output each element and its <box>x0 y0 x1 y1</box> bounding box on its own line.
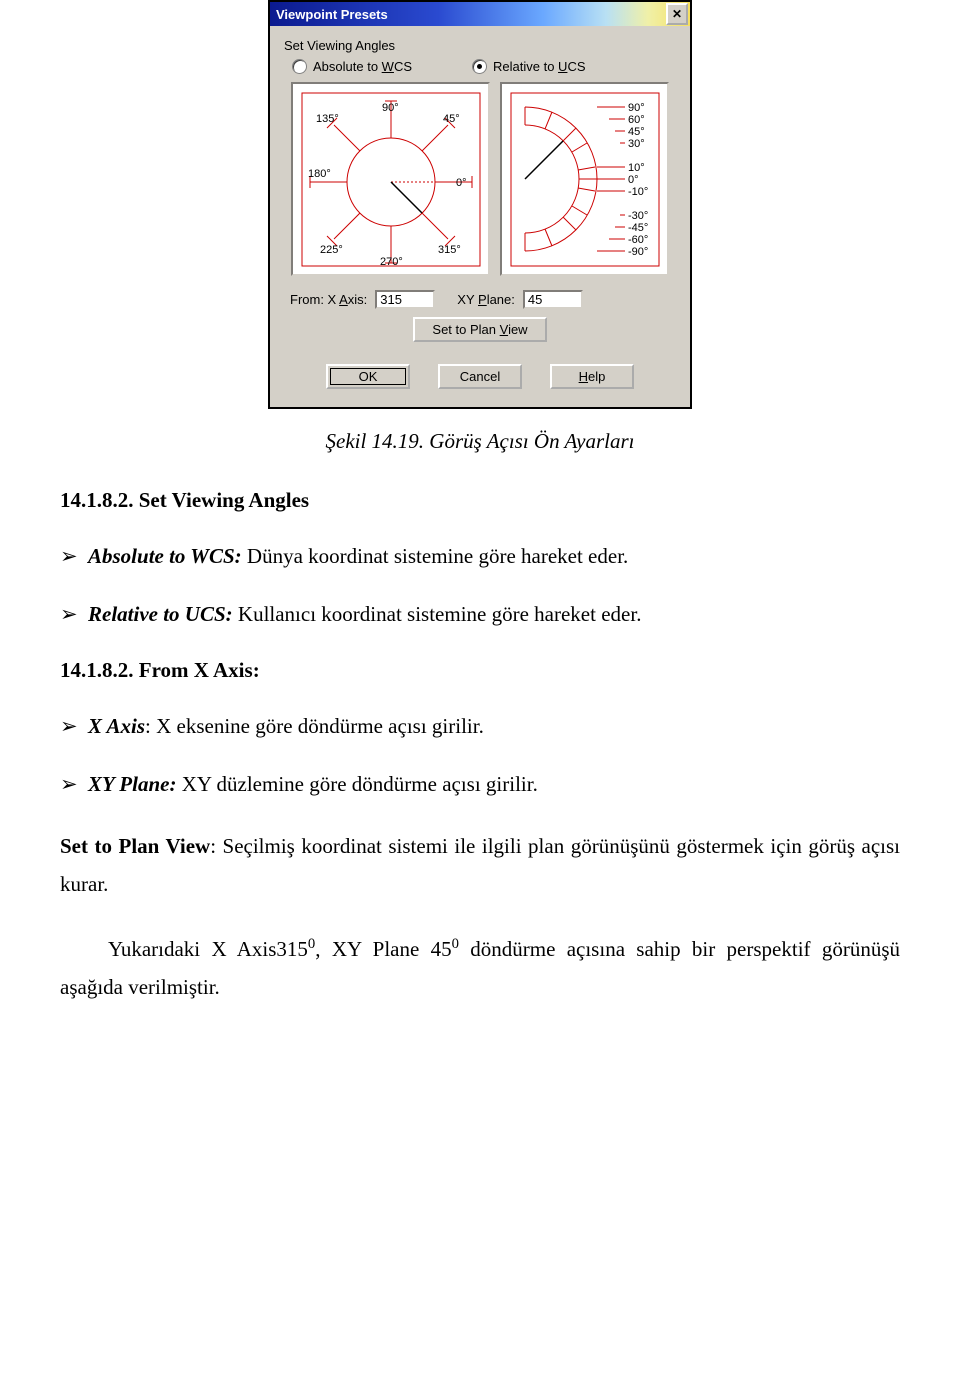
elevation-arc-diagram[interactable]: 90° 60° 45° 30° 10° 0° -10° -30° -45° -6… <box>500 82 669 276</box>
ok-button[interactable]: OK <box>326 364 410 389</box>
section-label: Set Viewing Angles <box>284 38 680 53</box>
svg-text:10°: 10° <box>628 162 645 174</box>
xyplane-input[interactable] <box>523 290 583 309</box>
svg-text:45°: 45° <box>628 126 645 138</box>
svg-text:0°: 0° <box>628 174 639 186</box>
figure-caption: Şekil 14.19. Görüş Açısı Ön Ayarları <box>60 429 900 454</box>
bullet-relative-ucs: ➢ Relative to UCS: Kullanıcı koordinat s… <box>60 599 900 629</box>
dialog-buttons: OK Cancel Help <box>280 364 680 389</box>
bullet-xyplane: ➢ XY Plane: XY düzlemine göre döndürme a… <box>60 769 900 799</box>
svg-text:0°: 0° <box>456 177 467 189</box>
radio-relative-ucs[interactable]: Relative to UCS <box>472 59 586 74</box>
svg-text:45°: 45° <box>443 113 460 125</box>
svg-text:90°: 90° <box>628 102 645 114</box>
radio-icon <box>292 59 307 74</box>
svg-text:90°: 90° <box>382 102 399 114</box>
svg-text:-30°: -30° <box>628 210 648 222</box>
compass-diagram[interactable]: 0° 45° 90° 135° 180° 225° 270° 315° <box>291 82 490 276</box>
compass-svg: 0° 45° 90° 135° 180° 225° 270° 315° <box>296 87 486 272</box>
bullet-arrow-icon: ➢ <box>60 769 88 799</box>
bullet-arrow-icon: ➢ <box>60 711 88 741</box>
bullet-absolute-wcs: ➢ Absolute to WCS: Dünya koordinat siste… <box>60 541 900 571</box>
titlebar-title: Viewpoint Presets <box>272 7 666 22</box>
section-heading: 14.1.8.2. Set Viewing Angles <box>60 488 900 513</box>
cancel-button[interactable]: Cancel <box>438 364 522 389</box>
close-icon: ✕ <box>672 7 682 21</box>
svg-text:315°: 315° <box>438 244 461 256</box>
section-heading: 14.1.8.2. From X Axis: <box>60 658 900 683</box>
svg-text:180°: 180° <box>308 168 331 180</box>
svg-text:225°: 225° <box>320 244 343 256</box>
bullet-arrow-icon: ➢ <box>60 541 88 571</box>
xaxis-input[interactable] <box>375 290 435 309</box>
xyplane-label: XY Plane: <box>457 292 515 307</box>
close-button[interactable]: ✕ <box>666 3 688 25</box>
dialog-body: Set Viewing Angles Absolute to WCS Relat… <box>270 26 690 407</box>
svg-text:-10°: -10° <box>628 186 648 198</box>
diagrams-row: 0° 45° 90° 135° 180° 225° 270° 315° <box>280 82 680 276</box>
set-to-plan-view-button[interactable]: Set to Plan View <box>413 317 547 342</box>
xaxis-label: From: X Axis: <box>290 292 367 307</box>
radio-label: Relative to UCS <box>493 59 586 74</box>
radio-label: Absolute to WCS <box>313 59 412 74</box>
paragraph-set-plan-view: Set to Plan View: Seçilmiş koordinat sis… <box>60 828 900 904</box>
svg-text:30°: 30° <box>628 138 645 150</box>
help-button[interactable]: Help <box>550 364 634 389</box>
svg-text:135°: 135° <box>316 113 339 125</box>
svg-text:60°: 60° <box>628 114 645 126</box>
bullet-arrow-icon: ➢ <box>60 599 88 629</box>
viewpoint-presets-dialog: Viewpoint Presets ✕ Set Viewing Angles A… <box>268 0 692 409</box>
svg-text:-45°: -45° <box>628 222 648 234</box>
radio-group: Absolute to WCS Relative to UCS <box>292 59 680 74</box>
svg-text:-90°: -90° <box>628 246 648 258</box>
svg-text:-60°: -60° <box>628 234 648 246</box>
radio-icon <box>472 59 487 74</box>
paragraph-summary: Yukarıdaki X Axis3150, XY Plane 450 dönd… <box>60 931 900 1007</box>
svg-text:270°: 270° <box>380 256 403 268</box>
radio-absolute-wcs[interactable]: Absolute to WCS <box>292 59 412 74</box>
axis-inputs-row: From: X Axis: XY Plane: <box>290 290 680 309</box>
arc-svg: 90° 60° 45° 30° 10° 0° -10° -30° -45° -6… <box>505 87 665 272</box>
titlebar: Viewpoint Presets ✕ <box>270 2 690 26</box>
bullet-xaxis: ➢ X Axis: X eksenine göre döndürme açısı… <box>60 711 900 741</box>
